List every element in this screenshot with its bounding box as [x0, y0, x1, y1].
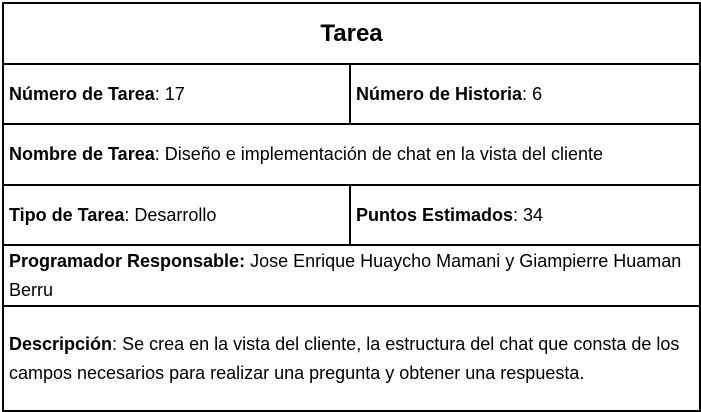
task-name-value: Diseño e implementación de chat en la vi… — [164, 144, 603, 164]
estimated-points-separator: : — [513, 204, 524, 225]
story-number-label: Número de Historia — [356, 83, 523, 104]
task-type-value: Desarrollo — [134, 204, 217, 225]
task-type-label: Tipo de Tarea — [9, 204, 125, 225]
description-label: Descripción — [9, 333, 113, 354]
programmer-label: Programador Responsable: — [9, 250, 246, 271]
task-type-cell: Tipo de Tarea: Desarrollo — [2, 184, 351, 246]
task-card: Tarea Número de Tarea: 17 Número de Hist… — [1, 2, 701, 412]
estimated-points-label: Puntos Estimados — [356, 204, 514, 225]
description-separator: : — [112, 333, 123, 354]
estimated-points-value: 34 — [523, 204, 544, 225]
task-number-label: Número de Tarea — [9, 83, 155, 104]
story-number-cell: Número de Historia: 6 — [348, 63, 701, 125]
task-name-separator: : — [154, 144, 165, 164]
programmer-cell: Programador Responsable: Jose Enrique Hu… — [1, 244, 701, 307]
task-table: Tarea Número de Tarea: 17 Número de Hist… — [1, 2, 701, 412]
task-type-separator: : — [124, 204, 135, 225]
estimated-points-cell: Puntos Estimados: 34 — [348, 184, 701, 246]
story-number-separator: : — [522, 83, 533, 104]
task-name-label: Nombre de Tarea — [9, 144, 155, 164]
story-number-value: 6 — [532, 83, 543, 104]
task-title: Tarea — [1, 2, 701, 65]
task-number-value: 17 — [164, 83, 185, 104]
task-name-cell: Nombre de Tarea: Diseño e implementación… — [1, 123, 701, 186]
task-number-cell: Número de Tarea: 17 — [2, 63, 351, 125]
description-cell: Descripción: Se crea en la vista del cli… — [1, 305, 701, 412]
task-number-separator: : — [154, 83, 165, 104]
